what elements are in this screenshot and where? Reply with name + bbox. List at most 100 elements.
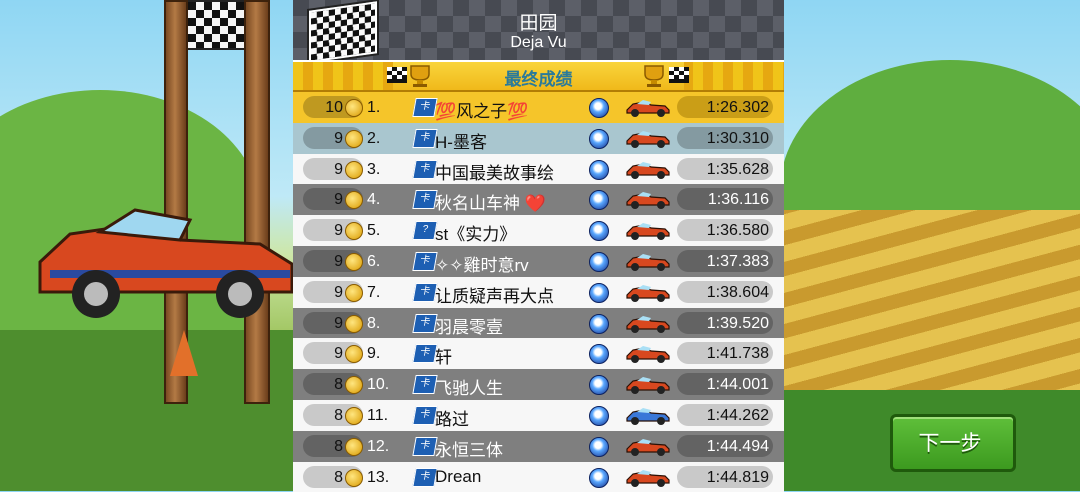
player-name: 路过: [435, 409, 469, 429]
player-badge-icon: 卡: [412, 436, 438, 456]
player-name: 让质疑声再大点: [435, 286, 554, 306]
gem-icon: [589, 467, 609, 488]
coin-count: 9: [334, 222, 343, 240]
coin-icon: [345, 160, 363, 179]
red-car-icon: [626, 377, 670, 395]
coin-icon: [345, 376, 363, 395]
finish-time: 1:36.116: [707, 191, 769, 209]
finish-time: 1:35.628: [706, 160, 769, 178]
red-car-icon: [626, 253, 670, 271]
result-row: 9 8. 卡羽晨零壹 1:39.520: [293, 307, 784, 339]
finish-time: 1:26.302: [706, 99, 769, 116]
result-row: 8 13. 卡 Drean 1:44.819: [293, 461, 784, 492]
player-badge-icon: 卡: [412, 282, 438, 302]
rank: 1.: [367, 99, 381, 116]
player-badge-icon: 卡: [412, 98, 438, 117]
coin-icon: [345, 283, 363, 302]
finish-time: 1:39.520: [706, 314, 769, 332]
coin-icon: [345, 406, 363, 425]
red-car-icon: [626, 284, 670, 302]
player-car-icon: [38, 208, 294, 318]
finish-time: 1:44.494: [706, 437, 769, 455]
coin-icon: [345, 129, 363, 148]
coin-icon: [345, 468, 363, 487]
next-button[interactable]: 下一步: [890, 414, 1016, 472]
rank: 7.: [367, 283, 381, 301]
gem-icon: [589, 282, 609, 303]
result-row: 9 6. 卡 ✧✧雞时意rv 1:37.383: [293, 245, 784, 277]
gem-icon: [589, 159, 609, 180]
player-badge-icon: 卡: [412, 344, 438, 364]
traffic-cone-icon: [170, 330, 198, 376]
gem-icon: [589, 375, 609, 396]
player-name: 飞驰人生: [435, 379, 503, 399]
rank: 4.: [367, 191, 381, 209]
coin-icon: [345, 437, 363, 456]
player-badge-icon: 卡: [412, 251, 438, 271]
gem-icon: [589, 251, 609, 272]
player-name: 轩: [435, 348, 452, 368]
result-row: 8 11. 卡路过 1:44.262: [293, 399, 784, 431]
coin-count: 9: [334, 345, 343, 363]
red-car-icon: [626, 100, 670, 117]
farm-field: [780, 210, 1080, 400]
coin-icon: [345, 314, 363, 333]
coin-count: 9: [334, 283, 343, 301]
result-row: 9 7. 卡让质疑声再大点 1:38.604: [293, 276, 784, 308]
gem-icon: [589, 221, 609, 242]
coin-count: 8: [334, 406, 343, 424]
gem-icon: [589, 436, 609, 457]
red-car-icon: [626, 469, 670, 487]
finish-time: 1:30.310: [706, 129, 769, 147]
coin-count: 9: [334, 314, 343, 332]
results-banner: 最终成绩: [293, 60, 784, 92]
player-badge-icon: 卡: [412, 128, 438, 148]
coin-count: 9: [334, 191, 343, 209]
finish-time: 1:37.383: [706, 252, 769, 270]
player-name: 中国最美故事绘: [435, 163, 554, 183]
track-header: 田园 Deja Vu: [293, 0, 784, 63]
player-name: Drean: [435, 466, 482, 486]
player-name: 永恒三体: [435, 440, 503, 460]
red-car-icon: [626, 192, 670, 210]
next-button-label: 下一步: [918, 432, 982, 455]
player-badge-icon: 卡: [412, 313, 438, 333]
result-row: 8 10. 卡飞驰人生 1:44.001: [293, 369, 784, 400]
player-badge-icon: 卡: [412, 375, 438, 395]
rank: 10.: [367, 376, 390, 394]
track-subtitle: Deja Vu: [510, 34, 567, 51]
results-list: 10 1. 卡 💯风之子💯 1:26.302 9 2. 卡 H-墨客 1:30.310 9 3. 卡中国…: [293, 92, 784, 492]
rank: 8.: [367, 314, 381, 332]
player-name: 💯风之子💯: [435, 102, 529, 121]
finish-time: 1:36.580: [706, 222, 769, 240]
rank: 3.: [367, 160, 381, 178]
rank: 6.: [367, 252, 381, 270]
player-name: ✧✧雞时意rv: [435, 255, 529, 275]
coin-count: 10: [325, 99, 343, 116]
finish-time: 1:44.819: [706, 468, 769, 486]
finish-time: 1:41.738: [706, 345, 769, 363]
finish-time: 1:44.001: [706, 376, 769, 394]
rank: 2.: [367, 129, 381, 147]
result-row: 9 2. 卡 H-墨客 1:30.310: [293, 122, 784, 154]
coin-icon: [345, 252, 363, 271]
red-car-icon: [626, 223, 670, 241]
coin-icon: [345, 191, 363, 210]
coin-count: 9: [334, 252, 343, 270]
result-row: 8 12. 卡永恒三体 1:44.494: [293, 430, 784, 462]
rank: 13.: [367, 468, 390, 486]
result-row: 9 3. 卡中国最美故事绘 1:35.628: [293, 153, 784, 185]
red-car-icon: [626, 346, 670, 364]
rank: 12.: [367, 437, 390, 455]
player-name: 秋名山车神 ❤️: [435, 194, 546, 214]
player-badge-icon: 卡: [412, 467, 438, 487]
red-car-icon: [626, 438, 670, 456]
coin-count: 8: [334, 437, 343, 455]
result-row: 9 4. 卡秋名山车神 ❤️ 1:36.116: [293, 184, 784, 216]
finish-time: 1:44.262: [706, 406, 769, 424]
result-row: 9 5.? st《实力》 1:36.580: [293, 215, 784, 246]
player-name: 羽晨零壹: [435, 317, 503, 337]
rank: 11.: [367, 406, 389, 424]
coin-icon: [345, 345, 363, 364]
finish-time: 1:38.604: [706, 283, 769, 301]
